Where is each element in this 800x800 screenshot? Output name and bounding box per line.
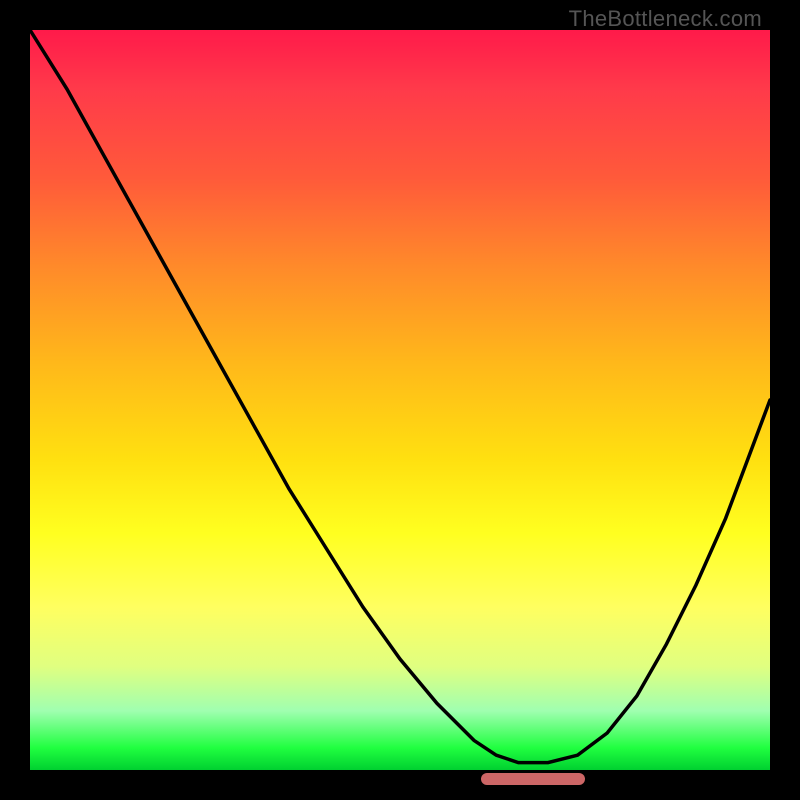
watermark-text: TheBottleneck.com — [569, 6, 762, 32]
optimal-range-marker — [481, 773, 585, 785]
plot-area — [30, 30, 770, 770]
chart-frame: TheBottleneck.com — [0, 0, 800, 800]
